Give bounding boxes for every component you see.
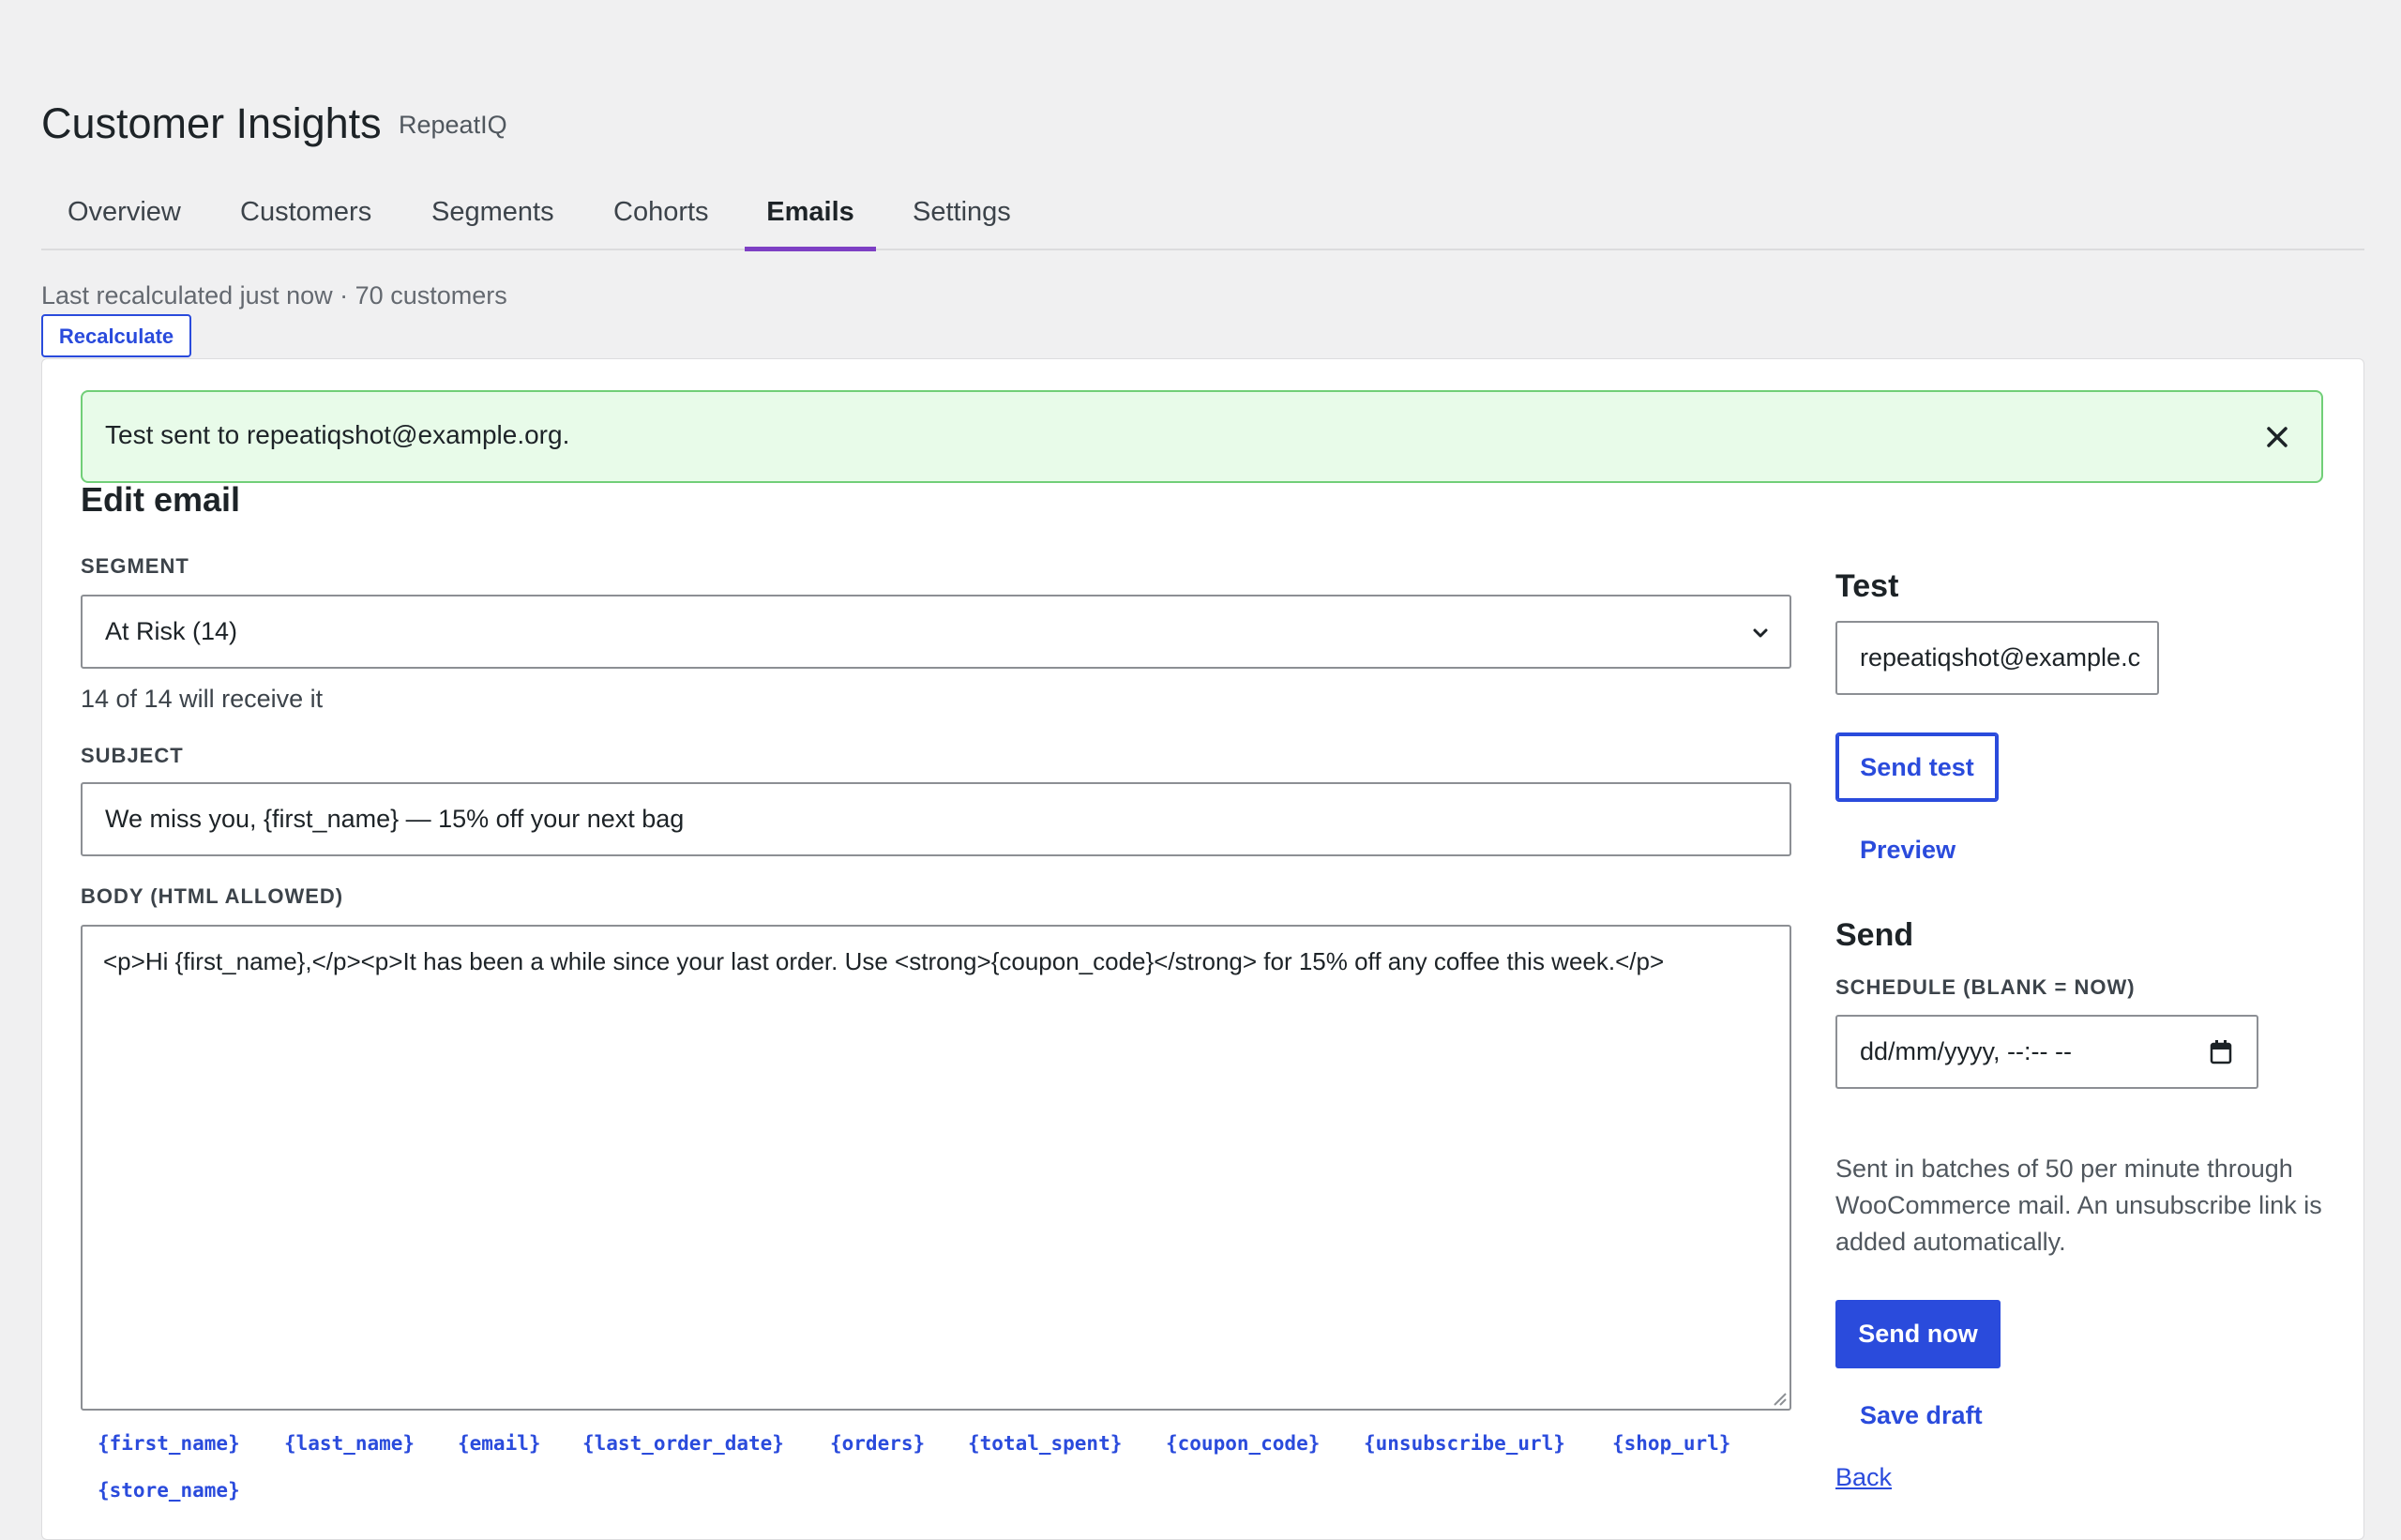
segment-recipient-hint: 14 of 14 will receive it [81, 685, 324, 713]
schedule-datetime-input[interactable]: dd/mm/yyyy, --:-- -- [1835, 1015, 2258, 1089]
test-email-input[interactable]: repeatiqshot@example.c [1835, 621, 2159, 695]
recalc-status: Last recalculated just now · 70 customer… [41, 281, 507, 310]
calendar-icon[interactable] [2209, 1039, 2233, 1065]
resize-handle-icon[interactable] [1771, 1390, 1788, 1407]
subject-input[interactable]: We miss you, {first_name} — 15% off your… [81, 782, 1791, 856]
segment-select[interactable]: At Risk (14) [81, 595, 1791, 669]
merge-tag[interactable]: {total_spent} [968, 1432, 1122, 1455]
schedule-placeholder: dd/mm/yyyy, --:-- -- [1860, 1037, 2072, 1065]
body-textarea[interactable] [81, 925, 1791, 1411]
merge-tag[interactable]: {first_name} [98, 1432, 240, 1455]
edit-email-heading: Edit email [81, 480, 241, 519]
subject-input-value: We miss you, {first_name} — 15% off your… [105, 805, 685, 833]
send-now-button[interactable]: Send now [1835, 1300, 2001, 1368]
send-heading: Send [1835, 917, 1914, 953]
tab-overview[interactable]: Overview [68, 183, 181, 247]
merge-tag[interactable]: {email} [458, 1432, 541, 1455]
recalculate-button[interactable]: Recalculate [41, 314, 191, 357]
subject-label: SUBJECT [81, 744, 184, 767]
tab-cohorts[interactable]: Cohorts [613, 183, 709, 247]
send-batch-note: Sent in batches of 50 per minute through… [1835, 1155, 2322, 1256]
tab-bar: Overview Customers Segments Cohorts Emai… [41, 183, 2364, 251]
body-textarea-value: <p>Hi {first_name},</p><p>It has been a … [103, 947, 1665, 975]
merge-tag[interactable]: {orders} [830, 1432, 925, 1455]
save-draft-button[interactable]: Save draft [1860, 1401, 1983, 1430]
tab-emails[interactable]: Emails [745, 183, 876, 251]
send-test-button[interactable]: Send test [1835, 732, 1999, 802]
tab-settings[interactable]: Settings [913, 183, 1011, 247]
page-title: Customer Insights [41, 99, 382, 147]
test-email-value: repeatiqshot@example.c [1860, 643, 2141, 672]
merge-tag[interactable]: {shop_url} [1612, 1432, 1730, 1455]
merge-tag[interactable]: {store_name} [98, 1479, 240, 1502]
body-label: BODY (HTML ALLOWED) [81, 884, 344, 908]
merge-tag[interactable]: {unsubscribe_url} [1364, 1432, 1565, 1455]
brand-name: RepeatIQ [399, 111, 507, 139]
close-icon[interactable] [2258, 418, 2296, 456]
notice-text: Test sent to repeatiqshot@example.org. [105, 420, 570, 449]
tab-segments[interactable]: Segments [431, 183, 554, 247]
test-heading: Test [1835, 568, 1899, 604]
preview-button[interactable]: Preview [1860, 836, 1956, 865]
segment-label: SEGMENT [81, 554, 189, 578]
back-link[interactable]: Back [1835, 1463, 1892, 1492]
merge-tag[interactable]: {last_name} [284, 1432, 415, 1455]
segment-select-value: At Risk (14) [105, 617, 238, 645]
merge-tag[interactable]: {coupon_code} [1166, 1432, 1320, 1455]
chevron-down-icon [1753, 628, 1768, 638]
merge-tag[interactable]: {last_order_date} [582, 1432, 784, 1455]
tab-customers[interactable]: Customers [240, 183, 371, 247]
schedule-label: SCHEDULE (BLANK = NOW) [1835, 975, 2136, 999]
